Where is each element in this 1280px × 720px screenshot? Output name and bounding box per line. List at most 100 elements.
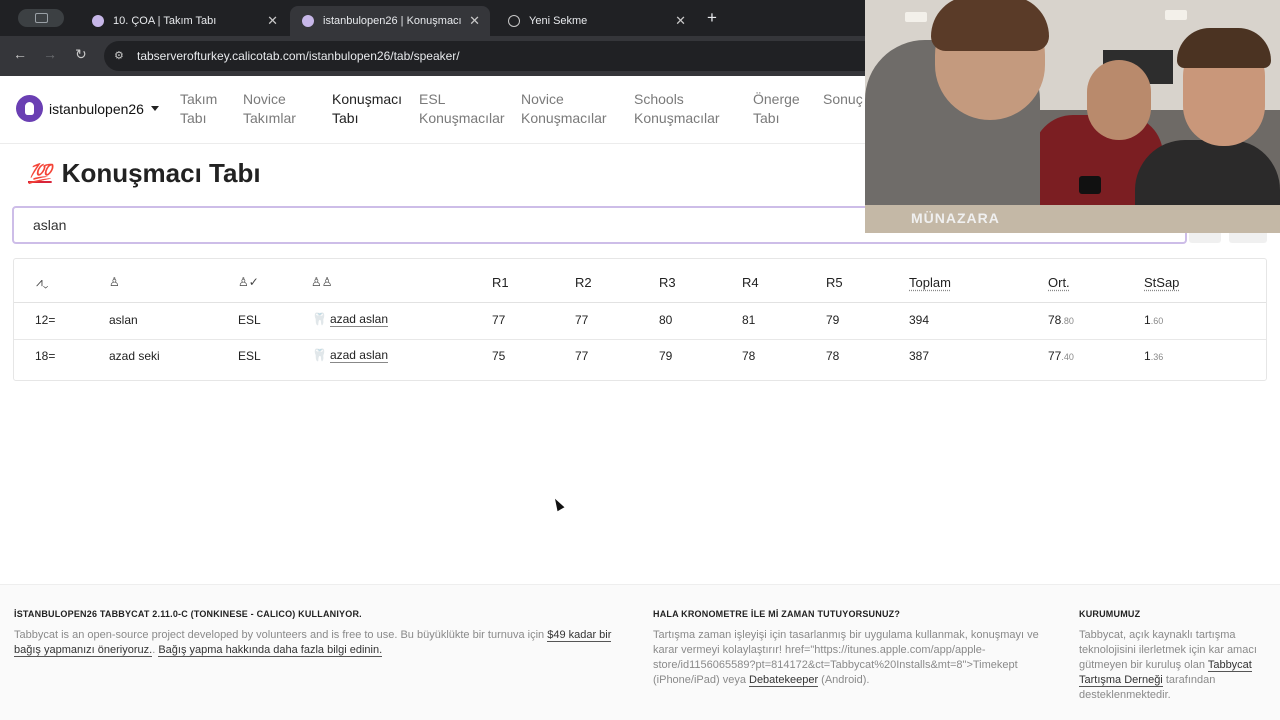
category-icon[interactable]: ♙✓ <box>238 275 259 289</box>
average-fraction: .40 <box>1061 352 1074 362</box>
tabbycat-favicon-icon <box>92 15 104 27</box>
webcam-overlay: MÜNAZARA <box>865 0 1280 233</box>
new-tab-plus-icon[interactable]: + <box>707 8 717 28</box>
footer-text-part: (Android). <box>818 674 870 686</box>
nav-label: Tabı <box>180 110 207 126</box>
nav-novice-teams[interactable]: Novice Takımlar <box>243 90 296 128</box>
average-integer: 77 <box>1048 349 1062 363</box>
stdev-integer: 1 <box>1144 313 1151 327</box>
debatekeeper-link[interactable]: Debatekeeper <box>749 674 819 687</box>
tab-title: 10. ÇOA | Takım Tabı <box>113 15 217 27</box>
forward-arrow-icon[interactable]: → <box>43 46 57 62</box>
nav-esl-speakers[interactable]: ESL Konuşmacılar <box>419 90 505 128</box>
table-row-r2: 77 <box>575 313 589 327</box>
footer-heading: İSTANBULOPEN26 TABBYCAT 2.11.0-C (TONKIN… <box>14 609 362 619</box>
table-row-name: azad seki <box>109 349 160 363</box>
url-text: tabserverofturkey.calicotab.com/istanbul… <box>137 49 460 63</box>
header-r5[interactable]: R5 <box>826 275 843 290</box>
hundred-points-icon: 💯 <box>28 163 52 185</box>
nav-label: Schools <box>634 91 684 107</box>
nav-schools-speakers[interactable]: Schools Konuşmacılar <box>634 90 720 128</box>
footer-heading: HALA KRONOMETRE İLE Mİ ZAMAN TUTUYORSUNU… <box>653 609 901 619</box>
nav-label: Konuşmacılar <box>419 110 505 126</box>
table-row-average: 78.80 <box>1048 313 1074 327</box>
nav-label: Tabı <box>753 110 780 126</box>
donation-info-link[interactable]: Bağış yapma hakkında daha fazla bilgi ed… <box>158 644 383 657</box>
header-r3[interactable]: R3 <box>659 275 676 290</box>
average-integer: 78 <box>1048 313 1062 327</box>
header-r2[interactable]: R2 <box>575 275 592 290</box>
footer-column-tabbycat: İSTANBULOPEN26 TABBYCAT 2.11.0-C (TONKIN… <box>14 609 624 658</box>
stdev-integer: 1 <box>1144 349 1151 363</box>
team-link[interactable]: azad aslan <box>329 348 388 363</box>
table-row-team[interactable]: 🦷 azad aslan <box>312 312 388 327</box>
caret-down-icon <box>150 106 159 111</box>
nav-label: Konuşmacılar <box>634 110 720 126</box>
table-row-name: aslan <box>109 313 138 327</box>
tooth-icon: 🦷 <box>312 348 327 362</box>
address-bar[interactable]: ⚙ tabserverofturkey.calicotab.com/istanb… <box>104 41 904 71</box>
nav-label: Sonuç <box>823 91 863 107</box>
team-icon[interactable]: ♙♙ <box>311 275 333 289</box>
average-fraction: .80 <box>1061 316 1074 326</box>
nav-label: ESL <box>419 91 446 107</box>
close-tab-icon[interactable]: ✕ <box>469 13 480 29</box>
back-arrow-icon[interactable]: ← <box>13 46 27 62</box>
nav-label: Konuşmacı <box>332 91 403 107</box>
nav-motion-tab[interactable]: Önerge Tabı <box>753 90 800 128</box>
person-head <box>1087 60 1151 140</box>
table-row-r4: 81 <box>742 313 756 327</box>
header-r4[interactable]: R4 <box>742 275 759 290</box>
mouse-cursor-icon <box>551 496 565 512</box>
nav-label: Novice <box>521 91 564 107</box>
footer-column-timer: HALA KRONOMETRE İLE Mİ ZAMAN TUTUYORSUNU… <box>653 609 1055 688</box>
tournament-menu[interactable]: istanbulopen26 <box>16 95 159 122</box>
window-icon <box>35 13 48 23</box>
close-tab-icon[interactable]: ✕ <box>267 13 278 29</box>
nav-label: Takımlar <box>243 110 296 126</box>
header-average[interactable]: Ort. <box>1048 275 1070 290</box>
table-row-total: 394 <box>909 313 930 327</box>
table-row-category: ESL <box>238 313 261 327</box>
speaker-icon[interactable]: ♙ <box>109 275 120 289</box>
table-row-stdev: 1.60 <box>1144 313 1163 327</box>
site-settings-icon[interactable]: ⚙ <box>114 49 126 62</box>
browser-tab-active[interactable]: istanbulopen26 | Konuşmacı ✕ <box>290 6 490 36</box>
rank-sort-icon[interactable]: ⩘⌄ <box>36 275 48 290</box>
nav-team-tab[interactable]: Takım Tabı <box>180 90 217 128</box>
browser-tab[interactable]: Yeni Sekme ✕ <box>496 6 696 36</box>
footer: İSTANBULOPEN26 TABBYCAT 2.11.0-C (TONKIN… <box>0 584 1280 720</box>
team-link[interactable]: azad aslan <box>329 312 388 327</box>
header-stdev[interactable]: StSap <box>1144 275 1179 290</box>
table-row-r3: 80 <box>659 313 673 327</box>
nav-novice-speakers[interactable]: Novice Konuşmacılar <box>521 90 607 128</box>
table-row-total: 387 <box>909 349 930 363</box>
header-total[interactable]: Toplam <box>909 275 951 290</box>
table-row-r4: 78 <box>742 349 756 363</box>
browser-tab[interactable]: 10. ÇOA | Takım Tabı ✕ <box>80 6 288 36</box>
table-row-r5: 78 <box>826 349 840 363</box>
close-tab-icon[interactable]: ✕ <box>675 13 686 29</box>
divider <box>14 302 1266 303</box>
footer-heading: KURUMUMUZ <box>1079 609 1141 619</box>
nav-label: Novice <box>243 91 286 107</box>
table-row-category: ESL <box>238 349 261 363</box>
tournament-name: istanbulopen26 <box>49 100 144 117</box>
chrome-favicon-icon <box>508 15 520 27</box>
ceiling-light <box>905 12 927 22</box>
table-row-team[interactable]: 🦷 azad aslan <box>312 348 388 363</box>
ceiling-light <box>1165 10 1187 20</box>
tab-title: istanbulopen26 | Konuşmacı <box>323 15 462 27</box>
reload-icon[interactable]: ↻ <box>75 46 87 63</box>
nav-label: Takım <box>180 91 218 107</box>
tab-search-button[interactable] <box>18 9 64 27</box>
tabbycat-favicon-icon <box>302 15 314 27</box>
nav-speaker-tab[interactable]: Konuşmacı Tabı <box>332 90 402 128</box>
divider <box>14 339 1266 340</box>
footer-text: Tabbycat, açık kaynaklı tartışma teknolo… <box>1079 628 1259 703</box>
table-row-r1: 75 <box>492 349 506 363</box>
table-row-stdev: 1.36 <box>1144 349 1163 363</box>
speaker-tab-table: ⩘⌄ ♙ ♙✓ ♙♙ R1 R2 R3 R4 R5 Toplam Ort. St… <box>13 258 1267 381</box>
header-r1[interactable]: R1 <box>492 275 509 290</box>
nav-results[interactable]: Sonuç <box>823 90 863 109</box>
